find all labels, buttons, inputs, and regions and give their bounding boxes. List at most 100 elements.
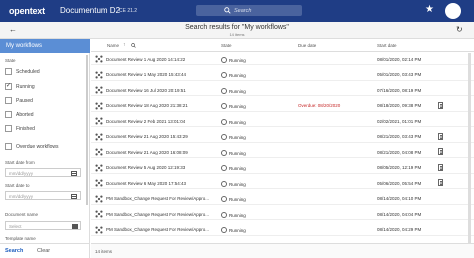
opentext-logo: opentext xyxy=(9,6,45,16)
sort-up-icon[interactable]: ↑ xyxy=(123,42,126,48)
workflow-name[interactable]: PM Sandbox_Change Request For Review/App… xyxy=(106,227,209,232)
search-input[interactable]: Search xyxy=(196,5,302,16)
document-icon[interactable] xyxy=(438,101,443,109)
checkbox[interactable] xyxy=(5,125,12,132)
workflow-name[interactable]: Document Review 21 Aug 2020 15:43:29 xyxy=(106,134,188,139)
favorites-star-icon[interactable]: ★ xyxy=(425,4,434,15)
grid-item-count: 14 items xyxy=(95,249,113,254)
state-checkbox-running[interactable]: ✓ Running xyxy=(5,83,89,91)
input-placeholder: mm/dd/yyyy xyxy=(9,170,34,176)
table-row[interactable]: Document Review 16 Jul 2020 20:19:51 Runn… xyxy=(91,84,474,96)
checkbox[interactable] xyxy=(5,68,12,75)
workflow-name[interactable]: Document Review 1 May 2020 15:43:44 xyxy=(106,72,186,77)
table-row[interactable]: Document Review 18 Aug 2020 21:38:21 Runn… xyxy=(91,100,474,112)
workflow-name[interactable]: PM Sandbox_Change Request For Review/App… xyxy=(106,196,209,201)
checkbox-checked[interactable]: ✓ xyxy=(5,83,12,90)
state-checkbox-scheduled[interactable]: Scheduled xyxy=(5,68,89,76)
workflow-start-date: 08/14/2020, 04:10 PM xyxy=(377,196,422,201)
workflow-state: Running xyxy=(221,119,246,125)
start-date-from-input[interactable]: mm/dd/yyyy xyxy=(5,168,81,177)
workflow-icon xyxy=(95,210,103,218)
workflow-name[interactable]: Document Review 6 May 2020 17:54:43 xyxy=(106,181,186,186)
workflow-start-date: 08/14/2020, 04:04 PM xyxy=(377,211,422,217)
grid-scrollbar[interactable] xyxy=(468,53,471,243)
table-row[interactable]: Document Review 1 Aug 2020 14:14:22 Runni… xyxy=(91,53,474,65)
results-grid: Name ↑ State Due date Start date Documen… xyxy=(91,39,474,258)
workflow-icon xyxy=(95,101,103,110)
workflow-state: Running xyxy=(221,227,246,233)
start-date-from-label: Start date from xyxy=(5,160,35,165)
workflow-start-date: 07/16/2020, 08:19 PM xyxy=(377,87,422,93)
overdue-checkbox[interactable]: Overdue workflows xyxy=(5,143,89,151)
checkbox[interactable] xyxy=(5,97,12,104)
table-row[interactable]: PM Sandbox_Change Request For Review/App… xyxy=(91,193,474,205)
start-date-to-input[interactable]: mm/dd/yyyy xyxy=(5,191,81,200)
table-row[interactable]: PM Sandbox_Change Request For Review/App… xyxy=(91,224,474,236)
state-checkbox-paused[interactable]: Paused xyxy=(5,97,89,105)
table-row[interactable]: Document Review 5 Aug 2020 12:19:33 Runni… xyxy=(91,162,474,174)
checkbox-label: Aborted xyxy=(16,112,34,118)
clear-button[interactable]: Clear xyxy=(37,248,50,254)
workflow-name[interactable]: Document Review 1 Aug 2020 14:14:22 xyxy=(106,57,185,62)
workflow-start-date: 08/01/2020, 02:14 PM xyxy=(377,56,422,62)
column-header-state[interactable]: State xyxy=(221,43,232,48)
column-header-due-date[interactable]: Due date xyxy=(298,43,316,48)
table-row[interactable]: Document Review 6 May 2020 17:54:43 Runni… xyxy=(91,177,474,189)
column-header-start-date[interactable]: Start date xyxy=(377,43,397,48)
document-icon[interactable] xyxy=(438,179,443,186)
input-placeholder: mm/dd/yyyy xyxy=(9,193,34,199)
search-button[interactable]: Search xyxy=(5,248,23,254)
user-avatar[interactable] xyxy=(445,3,461,19)
grid-header: Name ↑ State Due date Start date xyxy=(91,39,474,52)
checkbox-label: Scheduled xyxy=(16,69,40,75)
column-header-name[interactable]: Name xyxy=(107,43,119,48)
document-icon[interactable] xyxy=(438,163,443,171)
document-icon[interactable] xyxy=(438,148,443,155)
checkbox[interactable] xyxy=(5,143,12,150)
state-checkbox-aborted[interactable]: Aborted xyxy=(5,111,89,119)
search-icon[interactable] xyxy=(131,42,136,48)
checkbox-label: Finished xyxy=(16,126,35,132)
workflow-name[interactable]: Document Review 21 Aug 2020 16:08:09 xyxy=(106,150,188,155)
table-row[interactable]: Document Review 21 Aug 2020 16:08:09 Runn… xyxy=(91,146,474,158)
workflow-state: Running xyxy=(221,88,246,94)
table-row[interactable]: Document Review 21 Aug 2020 15:43:29 Runn… xyxy=(91,131,474,143)
panel-scrollbar[interactable] xyxy=(86,55,88,205)
input-placeholder: Select xyxy=(9,223,22,229)
workflow-due-date: Overdue: 08/20/2020 xyxy=(298,103,341,108)
calendar-icon[interactable] xyxy=(71,170,77,176)
document-name-input[interactable]: Select xyxy=(5,221,81,230)
workflow-start-date: 08/21/2020, 03:43 PM xyxy=(377,134,422,139)
calendar-icon[interactable] xyxy=(71,193,77,199)
state-filter-label: State xyxy=(5,58,16,63)
checkbox-label: Overdue workflows xyxy=(16,144,59,150)
folder-icon[interactable] xyxy=(72,223,78,229)
workflow-name[interactable]: Document Review 5 Aug 2020 12:19:33 xyxy=(106,165,185,170)
filter-panel-title: My workflows xyxy=(0,39,90,53)
workflow-icon xyxy=(95,117,103,125)
document-icon[interactable] xyxy=(438,132,443,140)
workflow-icon xyxy=(95,70,103,79)
workflow-name[interactable]: Document Review 16 Jul 2020 20:19:51 xyxy=(106,88,186,93)
state-checkbox-finished[interactable]: Finished xyxy=(5,125,89,133)
workflow-start-date: 05/01/2020, 03:43 PM xyxy=(377,72,422,77)
checkbox-label: Paused xyxy=(16,98,33,104)
workflow-name[interactable]: Document Review 2 Feb 2021 13:01:04 xyxy=(106,119,185,124)
workflow-state: Running xyxy=(221,196,246,202)
results-count: 14 items xyxy=(229,32,245,37)
refresh-icon[interactable]: ↻ xyxy=(456,25,463,34)
workflow-name[interactable]: PM Sandbox_Change Request For Review/App… xyxy=(106,212,209,217)
table-row[interactable]: PM Sandbox_Change Request For Review/App… xyxy=(91,208,474,220)
app-name: Documentum D2 xyxy=(60,6,121,15)
workflow-name[interactable]: Document Review 18 Aug 2020 21:38:21 xyxy=(106,103,188,108)
workflow-state: Running xyxy=(221,134,246,140)
search-placeholder: Search xyxy=(234,7,252,14)
search-icon xyxy=(224,7,231,14)
table-row[interactable]: Document Review 2 Feb 2021 13:01:04 Runni… xyxy=(91,115,474,127)
workflow-state: Running xyxy=(221,72,246,78)
top-bar: opentext Documentum D2 CE 21.2 Search ★ xyxy=(0,0,474,22)
workflow-start-date: 08/21/2020, 04:08 PM xyxy=(377,149,422,155)
workflow-state: Running xyxy=(221,212,246,218)
checkbox[interactable] xyxy=(5,111,12,118)
table-row[interactable]: Document Review 1 May 2020 15:43:44 Runni… xyxy=(91,69,474,81)
